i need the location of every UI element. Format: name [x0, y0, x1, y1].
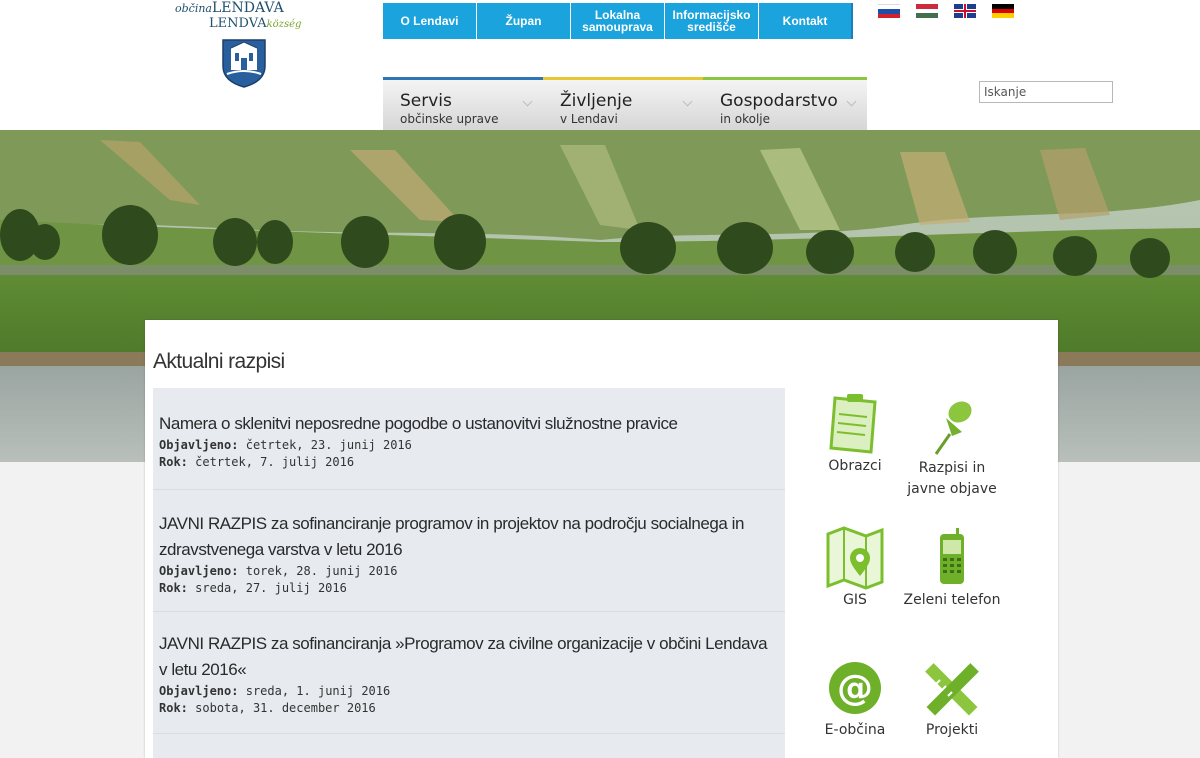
form-icon — [829, 394, 877, 454]
deadline-label: Rok: — [159, 701, 188, 715]
published-date: sreda, 1. junij 2016 — [245, 684, 391, 698]
mainnav-subtitle: v Lendavi — [560, 112, 618, 126]
pushpin-icon — [934, 401, 972, 455]
at-icon: @ — [829, 662, 881, 714]
published-date: četrtek, 23. junij 2016 — [245, 438, 412, 452]
published-label: Objavljeno: — [159, 438, 239, 452]
deadline-label: Rok: — [159, 455, 188, 469]
entry-deadline: Rok: sobota, 31. december 2016 — [159, 700, 779, 717]
topnav-zupan[interactable]: Župan — [477, 3, 571, 39]
tile-label: Zeleni telefon — [903, 592, 1001, 608]
tile-gis[interactable]: GIS — [805, 526, 905, 611]
list-item: JAVNI RAZPIS za sofinanciranje programov… — [153, 490, 785, 612]
main-navigation: Servis občinske uprave Življenje v Lenda… — [383, 77, 867, 130]
logo-suffix: község — [266, 19, 302, 30]
list-item: Namera o sklenitvi neposredne pogodbe o … — [153, 388, 785, 490]
published-label: Objavljeno: — [159, 564, 239, 578]
german-flag[interactable] — [992, 4, 1014, 19]
uk-flag[interactable] — [954, 4, 976, 18]
search-input[interactable] — [979, 81, 1113, 103]
header: občinaLENDAVA LENDVAközség O Lendavi Žup… — [0, 0, 1200, 130]
tile-razpisi[interactable]: Razpisi in javne objave — [902, 396, 1002, 500]
entry-title-link[interactable]: JAVNI RAZPIS za sofinanciranja »Programo… — [159, 631, 779, 683]
deadline-label: Rok: — [159, 581, 188, 595]
tile-label: GIS — [843, 592, 867, 608]
tile-e-obcina[interactable]: @ E-občina — [805, 660, 905, 741]
deadline-date: sobota, 31. december 2016 — [195, 701, 376, 715]
language-selector — [878, 4, 1014, 19]
mainnav-subtitle: in okolje — [720, 112, 771, 126]
entry-published: Objavljeno: torek, 28. junij 2016 — [159, 563, 779, 580]
tile-label: Obrazci — [828, 458, 882, 474]
mainnav-gospodarstvo[interactable]: Gospodarstvo in okolje — [703, 77, 867, 130]
tile-label: E-občina — [824, 722, 886, 738]
entry-title-link[interactable]: JAVNI RAZPIS za sofinanciranje programov… — [159, 511, 779, 563]
tender-list: Namera o sklenitvi neposredne pogodbe o … — [153, 388, 785, 758]
ruler-pencil-icon — [925, 663, 979, 716]
tile-zeleni-telefon[interactable]: Zeleni telefon — [902, 528, 1002, 611]
tile-label: Projekti — [925, 722, 979, 738]
published-date: torek, 28. junij 2016 — [245, 564, 398, 578]
mainnav-subtitle: občinske uprave — [400, 112, 499, 126]
entry-published: Objavljeno: četrtek, 23. junij 2016 — [159, 437, 779, 454]
phone-icon — [940, 528, 964, 584]
published-label: Objavljeno: — [159, 684, 239, 698]
hungarian-flag[interactable] — [916, 4, 938, 19]
topnav-informacijsko-sredisce[interactable]: Informacijsko središče — [665, 3, 759, 39]
deadline-date: četrtek, 7. julij 2016 — [195, 455, 355, 469]
logo-prefix: občina — [175, 2, 212, 15]
logo-name-hu: LENDVA — [209, 16, 267, 31]
entry-title-link[interactable]: Namera o sklenitvi neposredne pogodbe o … — [159, 411, 779, 437]
top-navigation: O Lendavi Župan Lokalna samouprava Infor… — [383, 3, 853, 39]
entry-published: Objavljeno: sreda, 1. junij 2016 — [159, 683, 779, 700]
logo-name-sl: LENDAVA — [212, 0, 284, 16]
slovenian-flag[interactable] — [878, 4, 900, 18]
topnav-lokalna-samouprava[interactable]: Lokalna samouprava — [571, 3, 665, 39]
tile-label: Razpisi in javne objave — [907, 460, 997, 497]
deadline-date: sreda, 27. julij 2016 — [195, 581, 347, 595]
coat-of-arms-icon — [222, 39, 266, 88]
main-content-panel: Aktualni razpisi Namera o sklenitvi nepo… — [145, 320, 1058, 758]
section-title: Aktualni razpisi — [153, 350, 285, 373]
mainnav-zivljenje[interactable]: Življenje v Lendavi — [543, 77, 703, 130]
topnav-o-lendavi[interactable]: O Lendavi — [383, 3, 477, 39]
tile-obrazci[interactable]: Obrazci — [805, 392, 905, 477]
entry-deadline: Rok: četrtek, 7. julij 2016 — [159, 454, 779, 471]
topnav-kontakt[interactable]: Kontakt — [759, 3, 853, 39]
entry-deadline: Rok: sreda, 27. julij 2016 — [159, 580, 779, 597]
list-item: JAVNI RAZPIS za sofinanciranja »Programo… — [153, 612, 785, 734]
mainnav-servis[interactable]: Servis občinske uprave — [383, 77, 543, 130]
municipality-logo[interactable]: občinaLENDAVA LENDVAközség — [175, 0, 315, 95]
mainnav-title: Gospodarstvo — [720, 91, 838, 111]
svg-text:@: @ — [837, 668, 873, 709]
tile-projekti[interactable]: Projekti — [902, 662, 1002, 741]
map-icon — [826, 526, 884, 590]
